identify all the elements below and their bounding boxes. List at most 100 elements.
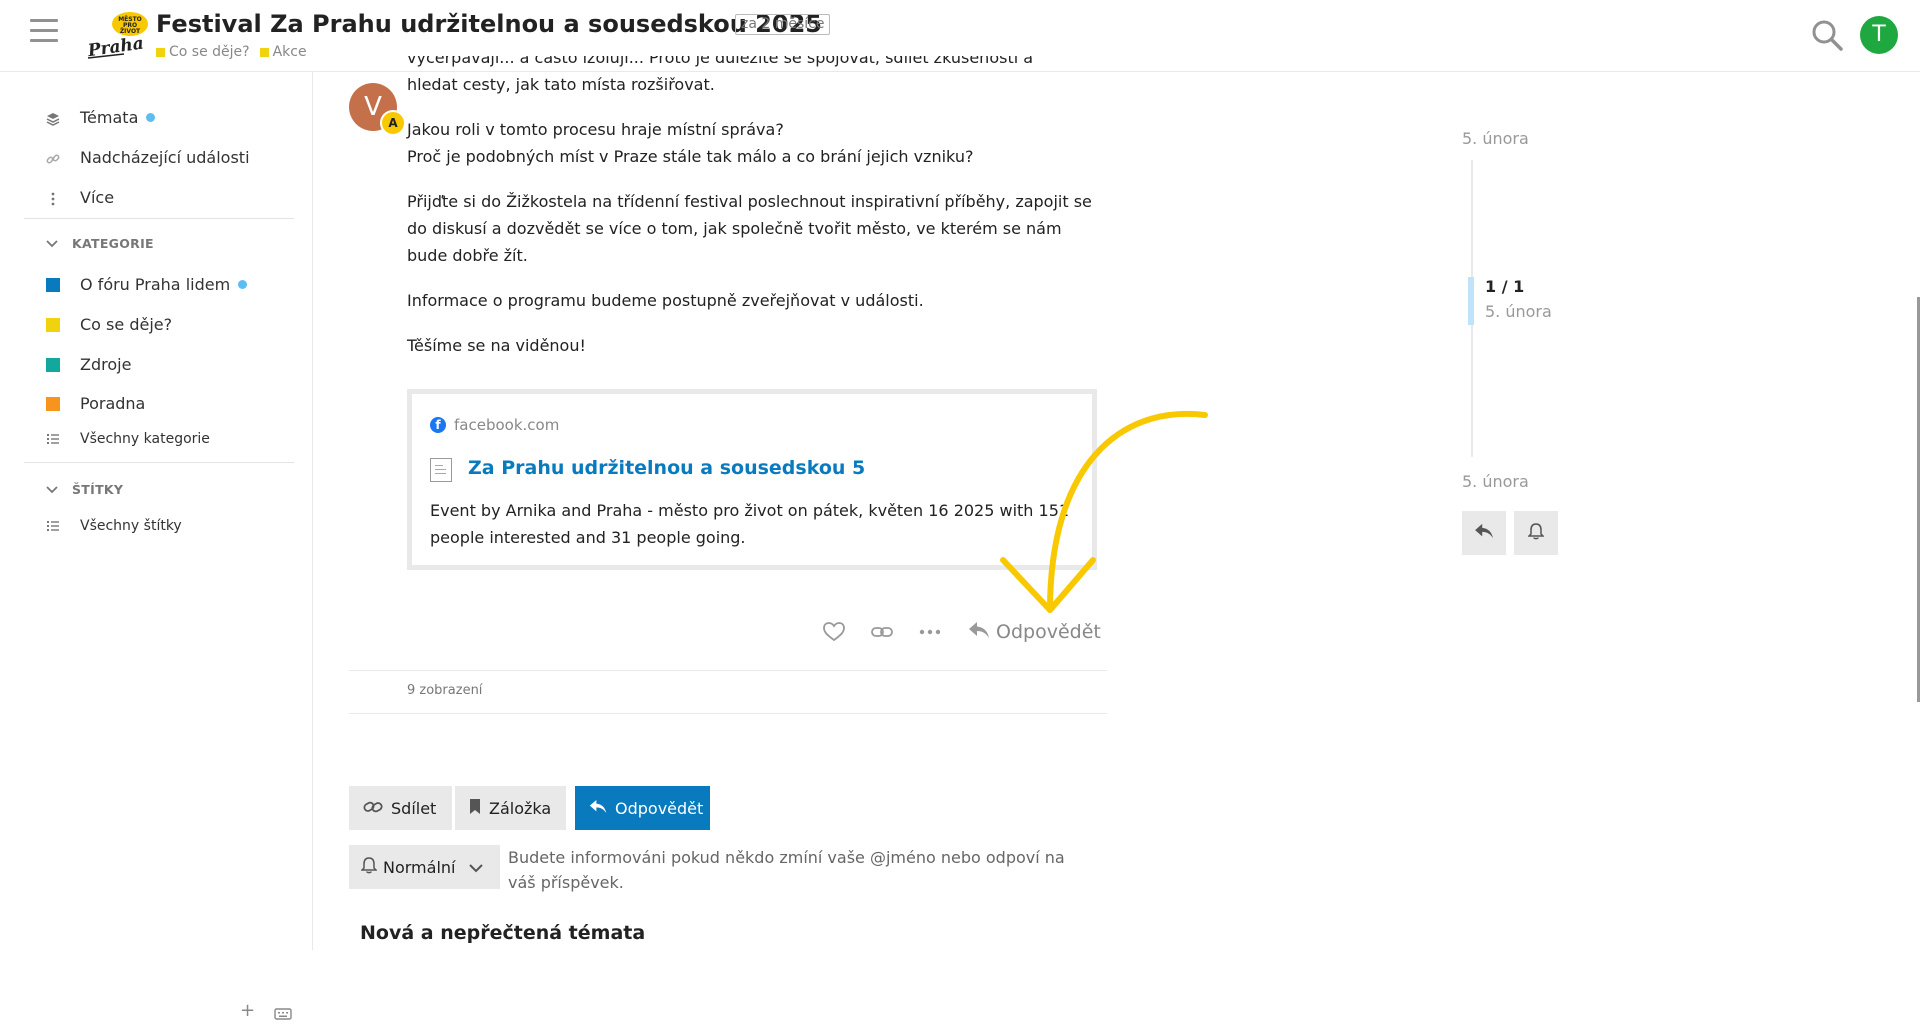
share-button[interactable]: Sdílet	[349, 786, 452, 830]
category-color-swatch	[46, 277, 60, 292]
list-icon	[46, 432, 60, 446]
bell-icon	[1527, 522, 1545, 544]
post-paragraph: Přijďte si do Žižkostela na třídenní fes…	[407, 192, 1092, 265]
sidebar-item-more[interactable]: Více	[46, 188, 114, 207]
notification-level-dropdown[interactable]: Normální	[349, 845, 500, 889]
document-icon	[430, 458, 452, 482]
tags-section-header[interactable]: ŠTÍTKY	[46, 482, 123, 497]
reply-icon	[968, 621, 990, 644]
tags-heading: ŠTÍTKY	[72, 482, 124, 497]
bookmark-button[interactable]: Záložka	[455, 786, 566, 830]
chevron-down-icon	[46, 482, 58, 497]
post-question: Proč je podobných míst v Praze stále tak…	[407, 147, 974, 166]
sidebar: Témata Nadcházející události Více KATEGO…	[0, 72, 313, 1021]
layers-icon	[46, 111, 60, 126]
author-badge: A	[380, 110, 406, 136]
category-color-swatch	[46, 357, 60, 372]
arrow-annotation-icon	[1000, 410, 1208, 613]
sidebar-category-co-se-deje[interactable]: Co se děje?	[46, 315, 172, 334]
category-color-swatch	[46, 396, 60, 411]
onebox-description: Event by Arnika and Praha - město pro ži…	[430, 501, 1070, 547]
share-label: Sdílet	[391, 798, 437, 818]
link-icon	[363, 799, 383, 818]
categories-heading: KATEGORIE	[72, 236, 154, 251]
timeline-start-date[interactable]: 5. února	[1462, 129, 1529, 148]
timeline-scroll-handle[interactable]	[1468, 277, 1474, 325]
sidebar-item-label: Zdroje	[80, 355, 132, 374]
onebox-source-label: facebook.com	[454, 416, 560, 434]
sidebar-item-upcoming-events[interactable]: Nadcházející události	[46, 148, 250, 167]
divider	[349, 670, 1107, 671]
category-color-swatch	[156, 47, 165, 57]
sidebar-item-label: Všechny kategorie	[80, 431, 210, 447]
post-reply-button[interactable]: Odpovědět	[968, 621, 1101, 644]
sidebar-item-label: Témata	[80, 108, 139, 127]
category-color-swatch	[46, 317, 60, 332]
sidebar-category-poradna[interactable]: Poradna	[46, 394, 145, 413]
breadcrumb-category-akce[interactable]: Akce	[259, 44, 307, 60]
onebox-title-link[interactable]: Za Prahu udržitelnou a sousedskou 5	[468, 457, 865, 479]
chevron-down-icon	[46, 236, 58, 251]
reply-button[interactable]: Odpovědět	[575, 786, 710, 830]
unread-dot	[238, 280, 248, 289]
sidebar-all-tags[interactable]: Všechny štítky	[46, 518, 182, 534]
timeline-position: 1 / 1	[1485, 277, 1525, 296]
event-date-badge: za 2 měsíce	[735, 14, 831, 35]
sidebar-item-label: Více	[80, 188, 115, 207]
post-cut-line: vyčerpávají... a často izolují... Proto …	[407, 56, 1034, 67]
onebox-source[interactable]: f facebook.com	[430, 416, 559, 434]
categories-section-header[interactable]: KATEGORIE	[46, 236, 154, 251]
post-paragraph: hledat cesty, jak tato místa rozšiřovat.	[407, 75, 715, 94]
unread-dot	[146, 113, 156, 122]
reply-icon	[1474, 523, 1494, 543]
keyboard-icon[interactable]	[274, 1004, 292, 1025]
reply-label: Odpovědět	[615, 798, 704, 818]
bell-icon	[360, 856, 378, 878]
breadcrumb-label: Co se děje?	[169, 44, 250, 60]
sidebar-item-label: O fóru Praha lidem	[80, 275, 231, 294]
link-icon	[46, 151, 60, 165]
timeline-end-date[interactable]: 5. února	[1462, 472, 1529, 491]
vertical-ellipsis-icon	[46, 191, 60, 205]
list-icon	[46, 519, 60, 533]
post-paragraph: Jakou roli v tomto procesu hraje místní …	[407, 116, 1107, 170]
facebook-icon: f	[430, 417, 446, 433]
breadcrumb-category-co-se-deje[interactable]: Co se děje?	[156, 44, 250, 60]
notification-level-label: Normální	[383, 857, 456, 877]
plus-icon[interactable]: +	[240, 1000, 255, 1021]
reply-label: Odpovědět	[996, 621, 1101, 643]
views-count: 9 zobrazení	[407, 683, 483, 698]
user-avatar[interactable]: T	[1860, 16, 1898, 54]
reply-icon	[589, 799, 607, 818]
post-paragraph-cutoff: vyčerpávají... a často izolují... Proto …	[407, 56, 1107, 71]
post-actions: Odpovědět	[820, 618, 1101, 646]
timeline-reply-button[interactable]	[1462, 511, 1506, 555]
chevron-down-icon	[469, 858, 484, 877]
post-content: vyčerpávají... a často izolují... Proto …	[407, 56, 1107, 377]
more-options-icon[interactable]	[916, 618, 944, 646]
sidebar-divider	[24, 462, 294, 463]
site-logo[interactable]: MĚSTO PRO ŽIVOT Praha	[84, 10, 150, 61]
like-heart-icon[interactable]	[820, 618, 848, 646]
category-color-swatch	[259, 47, 269, 57]
sidebar-category-o-foru[interactable]: O fóru Praha lidem	[46, 275, 248, 294]
suggested-topics-heading: Nová a nepřečtená témata	[360, 922, 646, 944]
post-paragraph: Těšíme se na viděnou!	[407, 336, 586, 355]
hamburger-menu-icon[interactable]	[30, 19, 58, 45]
breadcrumb: Co se děje? Akce	[156, 44, 307, 60]
topic-title[interactable]: Festival Za Prahu udržitelnou a sousedsk…	[156, 10, 822, 38]
timeline-notification-button[interactable]	[1514, 511, 1558, 555]
sidebar-category-zdroje[interactable]: Zdroje	[46, 355, 131, 374]
sidebar-item-label: Co se děje?	[80, 315, 173, 334]
bookmark-icon	[469, 798, 481, 819]
sidebar-item-label: Všechny štítky	[80, 518, 182, 534]
post-question: Jakou roli v tomto procesu hraje místní …	[407, 120, 784, 139]
sidebar-all-categories[interactable]: Všechny kategorie	[46, 431, 210, 447]
sidebar-item-topics[interactable]: Témata	[46, 108, 156, 127]
search-icon[interactable]	[1810, 18, 1844, 52]
svg-text:Praha: Praha	[86, 34, 145, 60]
copy-link-icon[interactable]	[868, 618, 896, 646]
bookmark-label: Záložka	[489, 798, 552, 818]
post-paragraph: Informace o programu budeme postupně zve…	[407, 291, 924, 310]
divider	[349, 713, 1107, 714]
